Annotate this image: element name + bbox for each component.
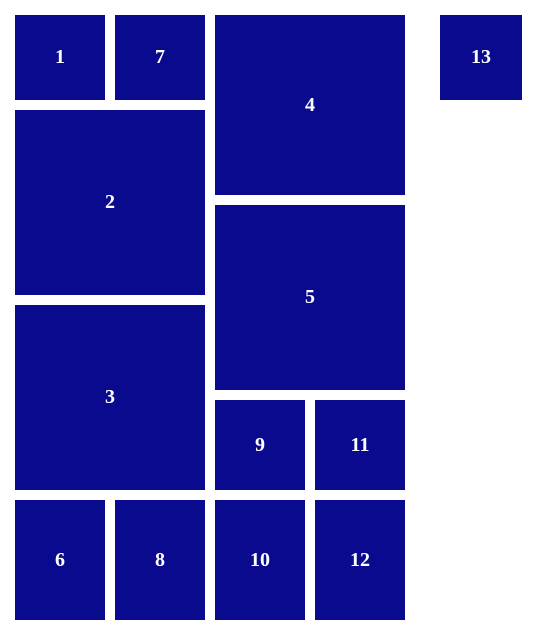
- tile-label: 11: [351, 434, 370, 457]
- tile-1: 1: [15, 15, 105, 100]
- tile-label: 7: [155, 46, 165, 69]
- tile-13: 13: [440, 15, 522, 100]
- tile-5: 5: [215, 205, 405, 390]
- tile-label: 2: [105, 191, 115, 214]
- tile-label: 4: [305, 94, 315, 117]
- tile-10: 10: [215, 500, 305, 620]
- tile-12: 12: [315, 500, 405, 620]
- tile-11: 11: [315, 400, 405, 490]
- tile-label: 13: [471, 46, 491, 69]
- tile-4: 4: [215, 15, 405, 195]
- tile-label: 5: [305, 286, 315, 309]
- tile-6: 6: [15, 500, 105, 620]
- tile-label: 6: [55, 549, 65, 572]
- tile-7: 7: [115, 15, 205, 100]
- tile-label: 10: [250, 549, 270, 572]
- tile-8: 8: [115, 500, 205, 620]
- tile-9: 9: [215, 400, 305, 490]
- tile-label: 12: [350, 549, 370, 572]
- tile-label: 3: [105, 386, 115, 409]
- tile-3: 3: [15, 305, 205, 490]
- tile-label: 9: [255, 434, 265, 457]
- tile-2: 2: [15, 110, 205, 295]
- tile-label: 8: [155, 549, 165, 572]
- tile-label: 1: [55, 46, 65, 69]
